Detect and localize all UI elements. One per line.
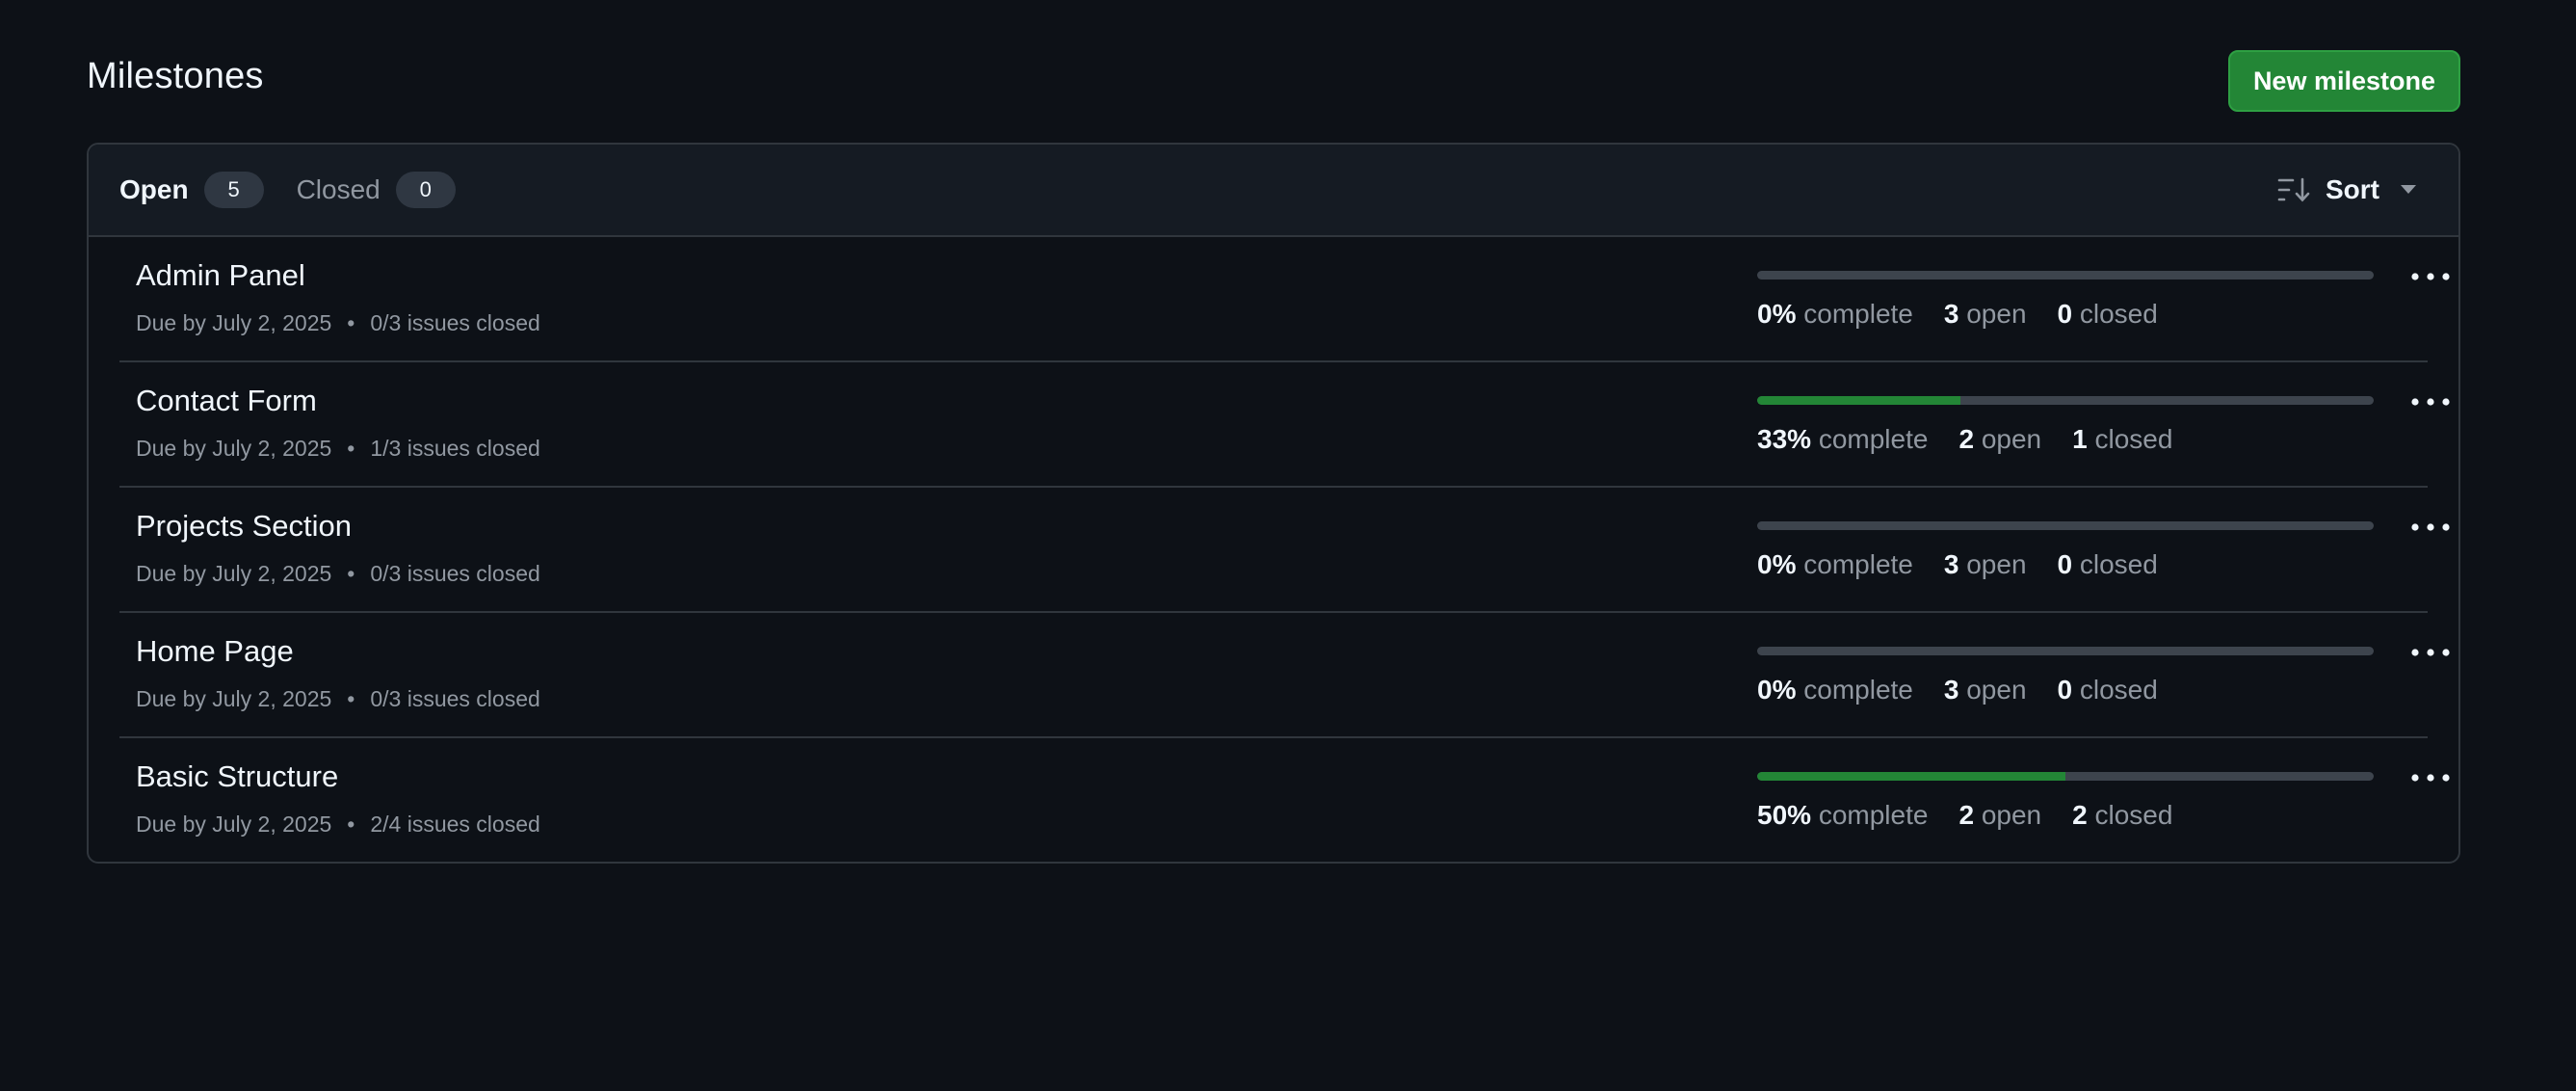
milestone-due: Due by July 2, 2025 [136, 310, 332, 335]
milestone-row: Contact Form Due by July 2, 2025 • 1/3 iss… [119, 362, 2450, 488]
tab-open-label: Open [119, 174, 189, 204]
milestone-title[interactable]: Home Page [136, 634, 294, 669]
state-tabs: Open 5 Closed 0 [119, 145, 488, 235]
kebab-horizontal-icon[interactable] [2408, 513, 2453, 542]
milestone-title[interactable]: Projects Section [136, 509, 352, 544]
progress-bar [1757, 521, 2374, 530]
milestone-row: Home Page Due by July 2, 2025 • 0/3 issues… [119, 613, 2450, 738]
open-issues-count: 3 [1943, 675, 1959, 705]
complete-label: complete [1803, 549, 1913, 579]
progress-bar [1757, 271, 2374, 279]
sort-label: Sort [2326, 174, 2379, 204]
milestone-stats: 0% complete 3 open 0 closed [1757, 549, 2158, 580]
milestone-row: Admin Panel Due by July 2, 2025 • 0/3 issu… [119, 237, 2450, 362]
open-label: open [1966, 299, 2027, 329]
progress-bar [1757, 647, 2374, 655]
milestone-meta: Due by July 2, 2025 • 0/3 issues closed [136, 310, 540, 336]
closed-issues-count: 0 [2057, 675, 2073, 705]
tab-closed[interactable]: Closed 0 [297, 172, 456, 208]
tab-open[interactable]: Open 5 [119, 172, 264, 208]
milestone-rows: Admin Panel Due by July 2, 2025 • 0/3 issu… [89, 237, 2458, 862]
closed-count-badge: 0 [395, 172, 456, 208]
milestone-row: Projects Section Due by July 2, 2025 • 0/3… [119, 488, 2450, 613]
kebab-horizontal-icon[interactable] [2408, 763, 2453, 792]
milestone-title[interactable]: Admin Panel [136, 258, 305, 293]
closed-issues-count: 0 [2057, 299, 2073, 329]
meta-separator: • [347, 686, 355, 711]
milestone-meta: Due by July 2, 2025 • 0/3 issues closed [136, 561, 540, 587]
milestone-stats: 33% complete 2 open 1 closed [1757, 424, 2172, 455]
milestone-due: Due by July 2, 2025 [136, 686, 332, 711]
open-count-badge: 5 [203, 172, 264, 208]
triangle-down-icon [2401, 185, 2416, 194]
kebab-horizontal-icon[interactable] [2408, 262, 2453, 291]
milestone-due: Due by July 2, 2025 [136, 436, 332, 461]
milestones-page: Milestones New milestone Open 5 Closed 0 [0, 0, 2576, 1091]
percent-complete: 0% [1757, 549, 1797, 579]
page-header: Milestones New milestone [87, 50, 2460, 114]
milestone-issues-closed: 2/4 issues closed [370, 812, 540, 837]
milestone-issues-closed: 0/3 issues closed [370, 686, 540, 711]
closed-issues-count: 2 [2072, 800, 2088, 830]
new-milestone-button[interactable]: New milestone [2227, 50, 2460, 112]
closed-label: closed [2094, 800, 2173, 830]
milestone-row: Basic Structure Due by July 2, 2025 • 2/4 … [119, 738, 2450, 862]
open-issues-count: 2 [1958, 424, 1975, 454]
closed-label: closed [2079, 299, 2158, 329]
percent-complete: 50% [1757, 800, 1812, 830]
percent-complete: 0% [1757, 675, 1797, 705]
milestone-issues-closed: 1/3 issues closed [370, 436, 540, 461]
complete-label: complete [1818, 800, 1929, 830]
open-issues-count: 3 [1943, 549, 1959, 579]
milestone-due: Due by July 2, 2025 [136, 812, 332, 837]
milestones-list-box: Open 5 Closed 0 Sort Admin Panel Due by … [87, 143, 2460, 864]
percent-complete: 0% [1757, 299, 1797, 329]
open-label: open [1966, 675, 2027, 705]
meta-separator: • [347, 436, 355, 461]
open-issues-count: 3 [1943, 299, 1959, 329]
complete-label: complete [1818, 424, 1929, 454]
meta-separator: • [347, 561, 355, 586]
milestone-stats: 0% complete 3 open 0 closed [1757, 299, 2158, 330]
kebab-horizontal-icon[interactable] [2408, 387, 2453, 416]
closed-label: closed [2079, 549, 2158, 579]
milestone-issues-closed: 0/3 issues closed [370, 561, 540, 586]
closed-label: closed [2094, 424, 2173, 454]
milestone-meta: Due by July 2, 2025 • 0/3 issues closed [136, 686, 540, 712]
milestone-stats: 50% complete 2 open 2 closed [1757, 800, 2172, 831]
milestone-title[interactable]: Contact Form [136, 384, 317, 418]
milestone-meta: Due by July 2, 2025 • 2/4 issues closed [136, 812, 540, 838]
closed-issues-count: 0 [2057, 549, 2073, 579]
progress-fill [1757, 396, 1961, 405]
page-title: Milestones [87, 56, 264, 96]
tab-closed-label: Closed [296, 174, 381, 204]
open-label: open [1981, 800, 2042, 830]
milestone-title[interactable]: Basic Structure [136, 759, 338, 794]
sort-dropdown[interactable]: Sort [2277, 145, 2416, 235]
sort-descending-icon [2277, 177, 2310, 202]
list-toolbar: Open 5 Closed 0 Sort [89, 145, 2458, 237]
open-label: open [1981, 424, 2042, 454]
meta-separator: • [347, 812, 355, 837]
milestone-stats: 0% complete 3 open 0 closed [1757, 675, 2158, 705]
kebab-horizontal-icon[interactable] [2408, 638, 2453, 667]
closed-label: closed [2079, 675, 2158, 705]
progress-bar [1757, 772, 2374, 781]
complete-label: complete [1803, 675, 1913, 705]
progress-bar [1757, 396, 2374, 405]
progress-fill [1757, 772, 2065, 781]
closed-issues-count: 1 [2072, 424, 2088, 454]
milestone-due: Due by July 2, 2025 [136, 561, 332, 586]
percent-complete: 33% [1757, 424, 1812, 454]
complete-label: complete [1803, 299, 1913, 329]
open-label: open [1966, 549, 2027, 579]
milestone-issues-closed: 0/3 issues closed [370, 310, 540, 335]
open-issues-count: 2 [1958, 800, 1975, 830]
milestone-meta: Due by July 2, 2025 • 1/3 issues closed [136, 436, 540, 462]
meta-separator: • [347, 310, 355, 335]
